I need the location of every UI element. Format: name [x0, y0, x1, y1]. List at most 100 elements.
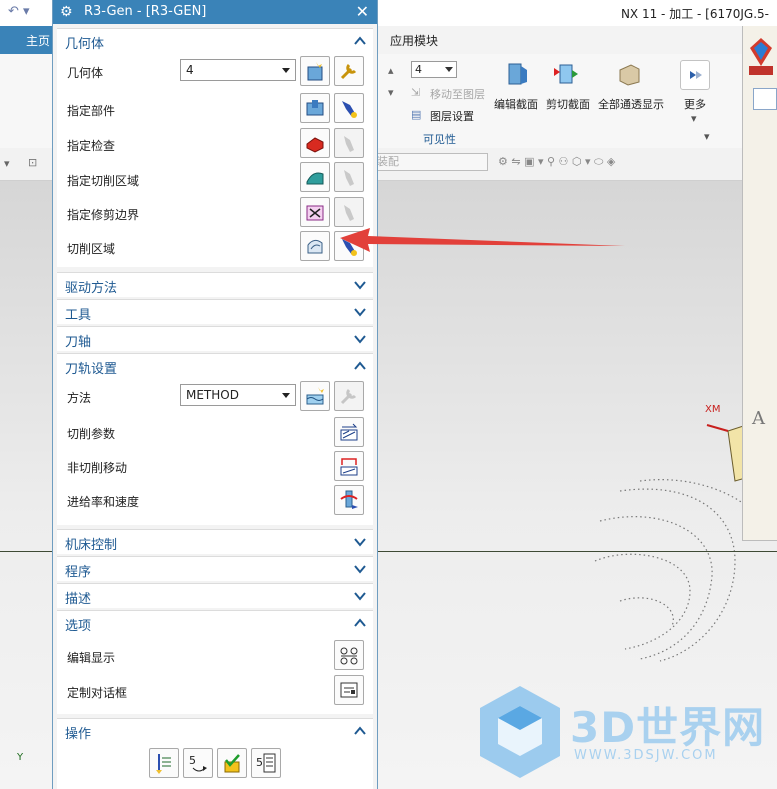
flashlight-icon [342, 239, 357, 256]
section-options[interactable]: 选项 [57, 610, 373, 635]
chevron-down-icon[interactable] [353, 589, 367, 603]
new-geometry-icon [307, 62, 323, 81]
work-layer-value: 4 [415, 63, 422, 76]
y-axis-label: Y [17, 752, 24, 763]
show-all-passes-button[interactable]: 全部通透显示 [598, 96, 664, 112]
filter-icon[interactable]: ⚙ ⇋ ▣ ▾ ⚲ ⚇ ⬡ ▾ ⬭ ◈ [498, 155, 615, 169]
clip-section-icon[interactable] [551, 60, 579, 88]
customize-dialog-button[interactable] [334, 675, 364, 705]
method-value: METHOD [186, 388, 239, 402]
snap-icon[interactable]: ⊡ [28, 156, 37, 169]
section-actions[interactable]: 操作 [57, 718, 373, 743]
select-check-button[interactable] [300, 128, 330, 158]
display-check-button[interactable] [334, 128, 364, 158]
section-description[interactable]: 描述 [57, 583, 373, 608]
chat-icon[interactable] [753, 88, 777, 110]
work-layer-select[interactable]: 4 [411, 61, 457, 78]
cut-params-label: 切削参数 [67, 427, 116, 441]
spinner-up-icon[interactable]: ▴ [388, 64, 394, 77]
edit-section-button[interactable]: 编辑截面 [494, 96, 538, 112]
display-cut-area-button[interactable] [334, 162, 364, 192]
nx-2000-icon[interactable] [748, 36, 774, 76]
verify-button[interactable] [217, 748, 247, 778]
more-dropdown-icon[interactable]: ▾ [691, 112, 697, 125]
visibility-group-label: 可见性 [423, 133, 456, 146]
new-method-button[interactable] [300, 381, 330, 411]
layer-settings-button[interactable]: 图层设置 [430, 108, 474, 124]
show-all-icon[interactable] [615, 60, 643, 88]
more-button[interactable]: 更多 [684, 96, 706, 112]
chevron-up-icon[interactable] [353, 34, 367, 48]
display-trim-button[interactable] [334, 197, 364, 227]
chevron-up-icon[interactable] [353, 616, 367, 630]
chevron-down-icon[interactable] [353, 562, 367, 576]
move-to-layer-icon: ⇲ [411, 86, 421, 99]
edit-geometry-button[interactable] [334, 56, 364, 86]
generate-button[interactable] [149, 748, 179, 778]
section-machine-control[interactable]: 机床控制 [57, 529, 373, 554]
section-tool-axis[interactable]: 刀轴 [57, 326, 373, 351]
customize-dialog-label: 定制对话框 [67, 686, 128, 700]
cut-area-button[interactable] [300, 231, 330, 261]
edit-display-label: 编辑显示 [67, 651, 116, 665]
gear-icon: ⚙ [60, 4, 73, 20]
non-cut-moves-button[interactable] [334, 451, 364, 481]
chevron-down-icon[interactable] [353, 535, 367, 549]
geometry-select[interactable]: 4 [180, 59, 296, 81]
edit-section-icon[interactable] [503, 60, 531, 88]
feeds-speeds-button[interactable] [334, 485, 364, 515]
wrench-disabled-icon [340, 388, 357, 405]
list-button[interactable]: 5 [251, 748, 281, 778]
cut-params-button[interactable] [334, 417, 364, 447]
trim-boundary-icon [306, 205, 324, 221]
section-tool[interactable]: 工具 [57, 299, 373, 324]
edit-method-button[interactable] [334, 381, 364, 411]
layer-settings-icon: ▤ [411, 108, 422, 121]
chevron-up-icon[interactable] [353, 359, 367, 373]
flashlight-disabled-icon [344, 170, 354, 186]
section-program-label: 程序 [65, 565, 92, 580]
geometry-body: 几何体 4 指定部件 指定检查 指定切削区域 指定修剪边界 切削区域 [57, 52, 373, 267]
tab-application[interactable]: 应用模块 [390, 32, 438, 49]
path-settings-body: 方法 METHOD 切削参数 非切削移动 进给率和速度 [57, 377, 373, 525]
actions-body [57, 742, 373, 789]
close-icon[interactable]: ✕ [356, 2, 369, 21]
method-select[interactable]: METHOD [180, 384, 296, 406]
flashlight-icon [342, 101, 357, 118]
assembly-filter-select[interactable]: 装配 [372, 153, 488, 171]
replay-button[interactable]: 5 [183, 748, 213, 778]
edit-display-button[interactable] [334, 640, 364, 670]
undo-icon[interactable]: ↶ ▾ [8, 4, 30, 19]
more-icon[interactable] [680, 60, 710, 90]
chevron-down-icon[interactable] [353, 332, 367, 346]
edit-display-icon [340, 647, 358, 665]
cut-params-icon [340, 423, 358, 441]
feeds-speeds-label: 进给率和速度 [67, 495, 140, 509]
select-part-button[interactable] [300, 93, 330, 123]
chevron-up-icon[interactable] [353, 724, 367, 738]
ribbon-expand-icon[interactable]: ▾ [704, 130, 710, 143]
flashlight-disabled-icon [344, 136, 354, 152]
chevron-down-icon[interactable] [353, 305, 367, 319]
select-trim-button[interactable] [300, 197, 330, 227]
dialog-title-bar[interactable]: ⚙ R3-Gen - [R3-GEN] ✕ [53, 0, 377, 24]
section-program[interactable]: 程序 [57, 556, 373, 581]
replay-icon: 5 [189, 754, 207, 772]
section-path-settings[interactable]: 刀轨设置 [57, 353, 373, 378]
toolbar-dropdown-icon[interactable]: ▾ [4, 157, 10, 170]
section-geometry-label: 几何体 [65, 37, 105, 52]
spinner-down-icon[interactable]: ▾ [388, 86, 394, 99]
new-geometry-button[interactable] [300, 56, 330, 86]
section-machine-control-label: 机床控制 [65, 538, 118, 553]
chevron-down-icon[interactable] [353, 278, 367, 292]
clip-section-button[interactable]: 剪切截面 [546, 96, 590, 112]
display-part-button[interactable] [334, 93, 364, 123]
select-cut-area-button[interactable] [300, 162, 330, 192]
section-geometry[interactable]: 几何体 [57, 28, 373, 53]
generate-icon [156, 754, 171, 774]
move-to-layer-button[interactable]: 移动至图层 [430, 86, 485, 102]
tab-home[interactable]: 主页 [0, 26, 52, 54]
text-style-icon[interactable]: A [752, 408, 765, 429]
display-cut-region-button[interactable] [334, 231, 364, 261]
section-drive-method[interactable]: 驱动方法 [57, 272, 373, 297]
